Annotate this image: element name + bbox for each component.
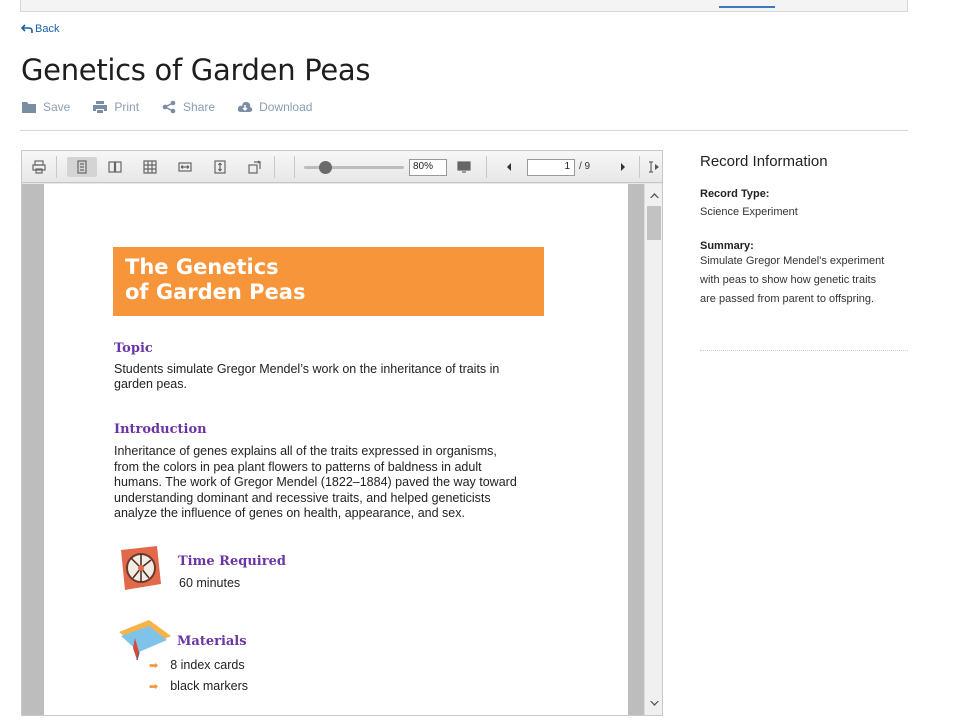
introduction-text-line: Inheritance of genes explains all of the… [114,444,497,458]
printer-icon [93,101,108,113]
header-divider [20,130,908,131]
printer-icon [32,160,46,174]
viewer-toolbar: 80% 1 / 9 [22,151,662,183]
download-button[interactable]: Download [237,100,312,114]
summary-text-line: Simulate Gregor Mendel's experiment [700,255,885,267]
single-page-icon [77,160,87,174]
share-icon [162,100,176,114]
toolbar-separator [56,156,57,178]
introduction-text-line: analyze the influence of genes on health… [114,506,465,520]
chevron-up-icon [649,193,659,198]
document-area[interactable]: The Genetics of Garden Peas Topic Studen… [22,184,644,715]
rotate-button[interactable] [244,157,266,177]
text-cursor-icon [649,161,659,173]
back-arrow-icon [21,24,33,33]
page-number-input[interactable]: 1 [527,159,575,176]
cloud-download-icon [237,101,253,112]
scroll-down-button[interactable] [645,696,663,712]
print-button[interactable]: Print [92,100,139,114]
top-navigation-bar [20,0,908,12]
topic-heading: Topic [114,341,153,356]
save-button[interactable]: Save [21,100,70,114]
introduction-text-line: from the colors in pea plant flowers to … [114,459,482,474]
print-label: Print [114,100,140,114]
banner-line-2: of Garden Peas [125,280,306,304]
download-label: Download [259,100,313,114]
single-page-view-button[interactable] [67,157,97,177]
pdf-viewer: 80% 1 / 9 The Genetics of Garden Peas To… [21,150,663,716]
toolbar-separator [294,156,295,178]
save-label: Save [43,100,71,114]
toolbar-separator [639,156,640,178]
topic-text-line: garden peas. [114,377,187,391]
summary-text-line: are passed from parent to offspring. [700,293,875,305]
record-type-label: Record Type: [700,188,770,200]
previous-page-button[interactable] [498,157,520,177]
toolbar-separator [274,156,275,178]
page-total-label: / 9 [579,161,591,172]
bullet-arrow-icon: ➡ [149,659,159,672]
materials-item-text: 8 index cards [170,658,245,672]
fit-page-button[interactable] [209,157,231,177]
action-bar: Save Print Share Download [21,100,312,114]
scroll-up-button[interactable] [645,187,663,203]
document-title-banner: The Genetics of Garden Peas [113,247,544,316]
record-panel-divider [700,350,908,351]
summary-label: Summary: [700,240,754,252]
folder-icon [22,102,36,113]
grid-view-button[interactable] [139,157,161,177]
share-button[interactable]: Share [161,100,215,114]
record-type-value: Science Experiment [700,206,798,218]
bullet-arrow-icon: ➡ [149,680,159,693]
topic-text-line: Students simulate Gregor Mendel’s work o… [114,362,500,376]
chevron-down-icon [649,701,659,706]
fit-page-icon [214,160,226,174]
fit-width-icon [178,162,192,172]
top-bar-active-indicator [719,6,775,8]
introduction-text-line: understanding dominant and recessive tra… [114,490,491,505]
triangle-left-icon [507,163,511,171]
scrollbar-thumb[interactable] [647,206,661,240]
materials-heading: Materials [177,634,247,649]
index-cards-icon [119,620,171,661]
materials-list-item: ➡ black markers [149,679,248,693]
introduction-text-line: humans. The work of Gregor Mendel (1822–… [114,475,517,489]
banner-line-1: The Genetics [125,255,279,279]
materials-list-item: ➡ 8 index cards [149,658,245,672]
viewer-scrollbar[interactable] [644,184,662,715]
share-label: Share [183,100,216,114]
summary-text-line: with peas to show how genetic traits [700,274,877,286]
triangle-right-icon [621,163,625,171]
document-page: The Genetics of Garden Peas Topic Studen… [44,184,628,715]
viewer-print-button[interactable] [28,157,50,177]
back-link[interactable]: Back [21,23,59,35]
page-title: Genetics of Garden Peas [21,53,371,87]
zoom-input[interactable]: 80% [409,159,447,176]
rotate-icon [248,160,262,174]
two-page-icon [108,161,122,173]
toolbar-separator [486,156,487,178]
record-information-title: Record Information [700,153,828,170]
stopwatch-icon [121,546,161,590]
record-information-panel: Record Information Record Type: Science … [700,150,908,309]
next-page-button[interactable] [612,157,634,177]
monitor-icon [457,161,471,173]
zoom-slider-thumb[interactable] [319,161,332,174]
grid-icon [143,160,157,174]
fullscreen-button[interactable] [453,157,475,177]
fit-width-button[interactable] [174,157,196,177]
time-required-heading: Time Required [178,554,286,569]
time-required-value: 60 minutes [179,576,241,590]
materials-item-text: black markers [170,679,249,693]
two-page-view-button[interactable] [104,157,126,177]
back-link-label: Back [35,23,60,35]
text-select-tool-button[interactable] [643,157,665,177]
introduction-heading: Introduction [114,422,207,437]
